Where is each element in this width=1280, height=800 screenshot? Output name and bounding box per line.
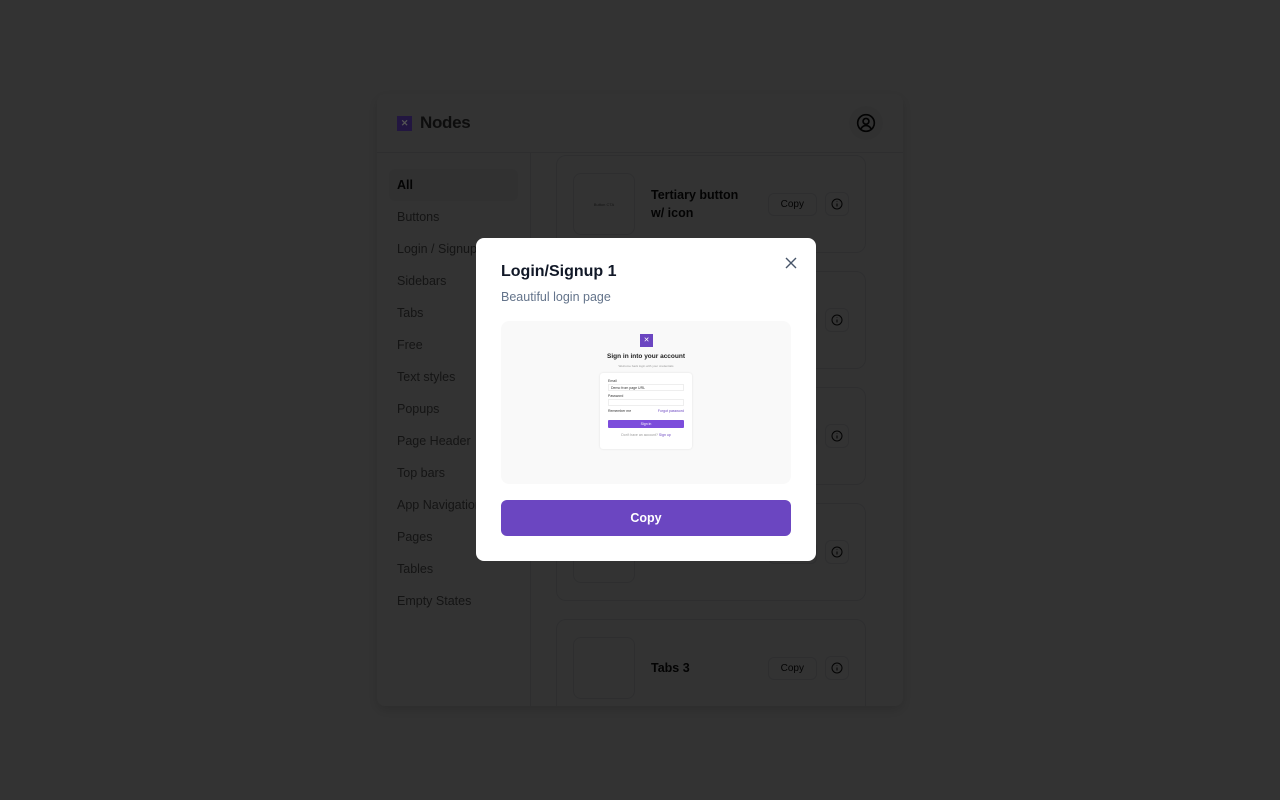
preview-sub: Welcome back login with your credentials	[618, 364, 674, 368]
logo-icon: ✕	[397, 115, 412, 131]
modal-title: Login/Signup 1	[501, 263, 617, 280]
modal-subtitle: Beautiful login page	[501, 290, 611, 304]
preview-signin: Sign in	[608, 420, 684, 428]
preview-heading: Sign in into your account	[607, 353, 685, 360]
preview-password-input	[608, 399, 684, 406]
preview-forgot: Forgot password	[657, 409, 684, 413]
component-preview: ✕ Sign in into your account Welcome back…	[501, 321, 791, 484]
preview-footer: Don't have an account?	[621, 433, 658, 437]
preview-email-label: Email	[608, 379, 617, 383]
copy-button[interactable]: Copy	[501, 500, 791, 536]
preview-form: Email Demo from page URL Password Rememb…	[600, 373, 692, 449]
logo[interactable]: ✕ Nodes	[397, 113, 471, 133]
component-modal: Login/Signup 1 Beautiful login page ✕ Si…	[476, 238, 816, 561]
preview-logo-icon: ✕	[640, 334, 653, 347]
preview-remember: Remember me	[608, 409, 632, 413]
preview-email-input: Demo from page URL	[608, 384, 684, 391]
app-name: Nodes	[420, 113, 471, 132]
close-icon[interactable]	[784, 256, 798, 270]
preview-signup: Sign up	[658, 433, 671, 437]
preview-password-label: Password	[608, 394, 624, 398]
